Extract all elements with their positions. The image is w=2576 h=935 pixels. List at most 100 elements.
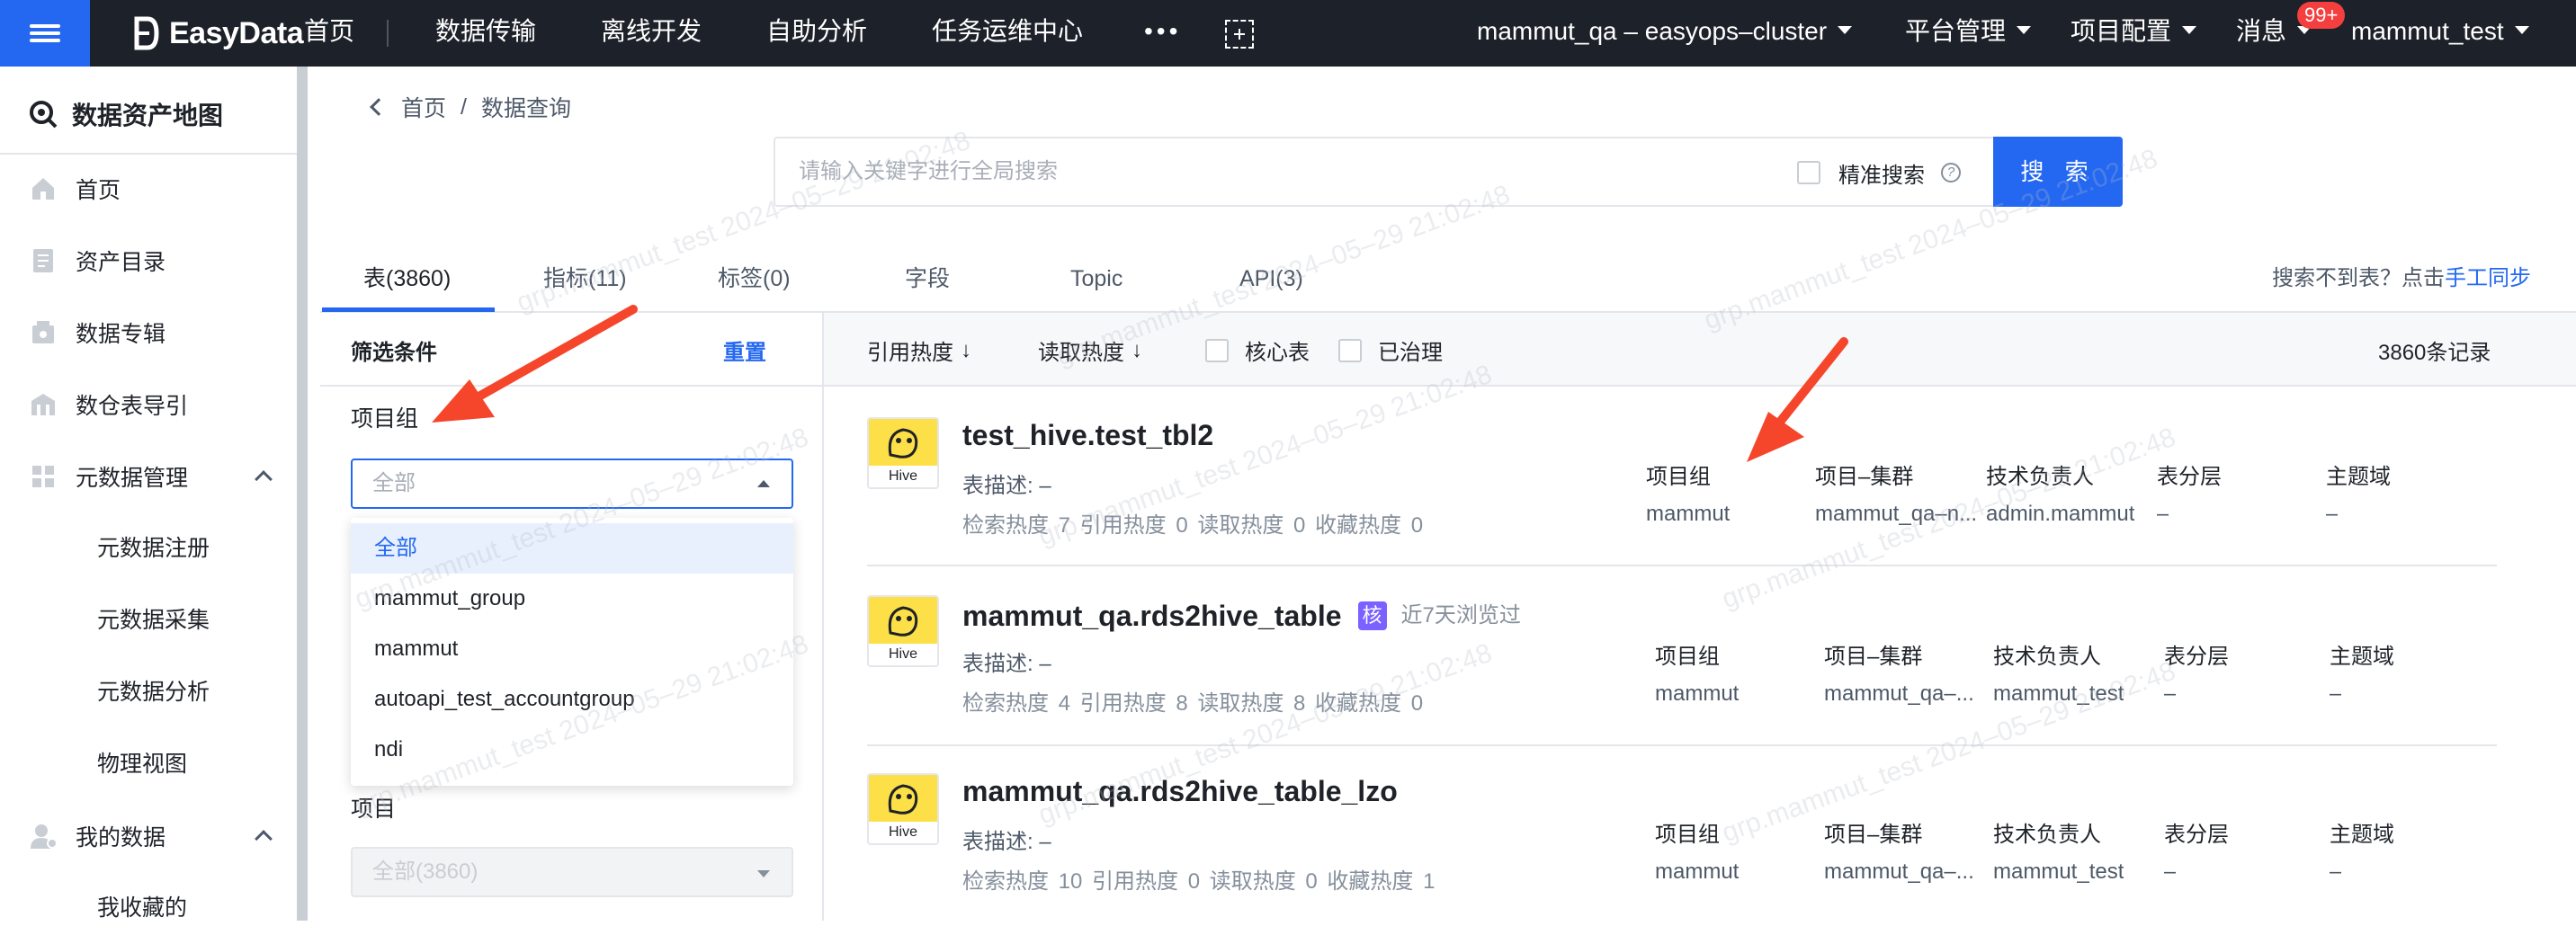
- nav-data-transfer[interactable]: 数据传输: [435, 0, 536, 67]
- meta-header-owner: 技术负责人: [1993, 645, 2101, 669]
- nav-self-analysis[interactable]: 自助分析: [766, 0, 867, 67]
- sidebar-subitem-physical-view[interactable]: 物理视图: [97, 737, 187, 791]
- back-chevron-icon[interactable]: [370, 98, 388, 116]
- meta-header-group: 项目组: [1655, 645, 1720, 669]
- meta-header-group: 项目组: [1646, 465, 1711, 489]
- platform-menu[interactable]: 平台管理: [1905, 0, 2032, 67]
- filter-title: 筛选条件: [351, 341, 437, 365]
- nav-task-ops[interactable]: 任务运维中心: [932, 0, 1083, 67]
- project-group-select[interactable]: 全部: [351, 459, 793, 509]
- manual-sync-text: 搜索不到表？点击: [2272, 266, 2445, 290]
- search-input[interactable]: [799, 138, 1788, 205]
- sidebar-item-catalog[interactable]: 资产目录: [0, 234, 297, 288]
- sort-by-ref-heat[interactable]: 引用热度 ↓: [867, 334, 971, 366]
- sidebar: 数据资产地图 首页 资产目录 数据专辑 数仓表导引 元数据管理 元数据注册 元数…: [0, 67, 308, 921]
- table-name[interactable]: mammut_qa.rds2hive_table: [962, 600, 1342, 632]
- core-table-filter[interactable]: 核心表: [1205, 334, 1310, 366]
- recently-viewed-tag: 近7天浏览过: [1400, 603, 1521, 628]
- table-name[interactable]: test_hive.test_tbl2: [962, 419, 1213, 452]
- top-navigation-bar: EasyData 首页 数据传输 离线开发 自助分析 任务运维中心 ••• ma…: [0, 0, 2576, 67]
- project-group-dropdown: 全部 mammut_group mammut autoapi_test_acco…: [351, 518, 793, 786]
- meta-value-layer: –: [2164, 859, 2177, 884]
- meta-header-layer: 表分层: [2157, 465, 2222, 489]
- tab-api[interactable]: API(3): [1239, 261, 1303, 297]
- governed-filter[interactable]: 已治理: [1338, 334, 1443, 366]
- project-select[interactable]: 全部(3860): [351, 847, 793, 897]
- table-name-row: mammut_qa.rds2hive_table 核近7天浏览过: [962, 597, 1521, 633]
- table-description: 表描述: –: [962, 652, 1051, 676]
- cluster-selector[interactable]: mammut_qa – easyops–cluster: [1477, 0, 1853, 67]
- sort-by-read-heat[interactable]: 读取热度 ↓: [1038, 334, 1142, 366]
- sidebar-subitem-analysis[interactable]: 元数据分析: [97, 665, 210, 719]
- sidebar-subitem-favorites[interactable]: 我收藏的: [97, 881, 187, 935]
- nav-offline-dev[interactable]: 离线开发: [601, 0, 702, 67]
- meta-header-group: 项目组: [1655, 823, 1720, 847]
- meta-value-domain: –: [2330, 681, 2342, 706]
- table-stats: 检索热度 10 引用热度 0 读取热度 0 收藏热度 1: [962, 869, 1436, 894]
- dropdown-option-ndi[interactable]: ndi: [351, 725, 793, 775]
- table-stats: 检索热度 4 引用热度 8 读取热度 8 收藏热度 0: [962, 691, 1424, 716]
- dropdown-option-all[interactable]: 全部: [351, 523, 793, 574]
- governed-checkbox[interactable]: [1338, 338, 1362, 362]
- sidebar-item-label: 元数据管理: [76, 466, 189, 491]
- breadcrumb-home[interactable]: 首页: [401, 91, 446, 123]
- reset-filter-button[interactable]: 重置: [723, 334, 766, 366]
- tab-fields[interactable]: 字段: [905, 261, 950, 297]
- tab-metrics[interactable]: 指标(11): [543, 261, 627, 297]
- search-button[interactable]: 搜 索: [1993, 137, 2123, 207]
- sidebar-title-text: 数据资产地图: [72, 102, 224, 129]
- table-description: 表描述: –: [962, 474, 1051, 498]
- active-tab-indicator: [322, 307, 495, 312]
- warehouse-icon: [31, 394, 55, 415]
- governed-label: 已治理: [1378, 341, 1443, 365]
- manual-sync-hint: 搜索不到表？点击手工同步: [2272, 261, 2531, 297]
- sidebar-item-label: 资产目录: [76, 250, 166, 275]
- nav-more-button[interactable]: •••: [1144, 0, 1181, 67]
- sidebar-divider: [0, 153, 297, 155]
- precise-search-toggle[interactable]: 精准搜索 ?: [1797, 156, 1961, 189]
- sidebar-item-warehouse[interactable]: 数仓表导引: [0, 378, 297, 432]
- core-table-checkbox[interactable]: [1205, 338, 1229, 362]
- user-menu[interactable]: mammut_test: [2351, 0, 2529, 67]
- table-result-item[interactable]: Hive test_hive.test_tbl2 表描述: – 检索热度 7 引…: [867, 388, 2497, 566]
- hive-icon: Hive: [867, 417, 939, 489]
- sidebar-subitem-collect[interactable]: 元数据采集: [97, 593, 210, 647]
- sidebar-item-home[interactable]: 首页: [0, 162, 297, 216]
- table-name[interactable]: mammut_qa.rds2hive_table_lzo: [962, 775, 1398, 808]
- sort-label: 引用热度: [867, 341, 953, 365]
- precise-search-checkbox[interactable]: [1797, 161, 1820, 184]
- table-result-item[interactable]: Hive mammut_qa.rds2hive_table_lzo 表描述: –…: [867, 746, 2497, 924]
- help-icon[interactable]: ?: [1941, 163, 1961, 183]
- table-result-item[interactable]: Hive mammut_qa.rds2hive_table 核近7天浏览过 表描述…: [867, 568, 2497, 746]
- app-logo[interactable]: EasyData: [133, 9, 304, 58]
- dropdown-option-mammut[interactable]: mammut: [351, 624, 793, 674]
- meta-value-domain: –: [2330, 859, 2342, 884]
- sidebar-item-metadata[interactable]: 元数据管理: [0, 450, 297, 503]
- project-config-menu[interactable]: 项目配置: [2071, 0, 2197, 67]
- global-search-box: 精准搜索 ?: [774, 137, 1997, 207]
- sidebar-item-my-data[interactable]: 我的数据: [0, 809, 297, 863]
- magnifier-icon: [30, 101, 58, 129]
- meta-header-layer: 表分层: [2164, 823, 2229, 847]
- dropdown-option-mammut-group[interactable]: mammut_group: [351, 574, 793, 624]
- dropdown-option-autoapi[interactable]: autoapi_test_accountgroup: [351, 674, 793, 725]
- tab-tables[interactable]: 表(3860): [363, 261, 451, 297]
- filter-panel-border: [822, 313, 824, 921]
- album-icon: [32, 321, 54, 343]
- nav-home[interactable]: 首页: [304, 0, 354, 67]
- fullscreen-icon[interactable]: [1225, 20, 1254, 49]
- tab-tags[interactable]: 标签(0): [718, 261, 791, 297]
- catalog-icon: [33, 249, 53, 272]
- sidebar-subitem-register[interactable]: 元数据注册: [97, 521, 210, 575]
- core-table-label: 核心表: [1245, 341, 1310, 365]
- tab-topic[interactable]: Topic: [1070, 261, 1123, 297]
- meta-value-cluster: mammut_qa–...: [1824, 681, 1974, 706]
- caret-down-icon: [757, 870, 770, 877]
- hive-label: Hive: [888, 468, 917, 484]
- menu-toggle-button[interactable]: [0, 0, 90, 67]
- table-stats: 检索热度 7 引用热度 0 读取热度 0 收藏热度 0: [962, 513, 1424, 538]
- caret-up-icon: [757, 480, 770, 487]
- manual-sync-link[interactable]: 手工同步: [2445, 266, 2531, 290]
- meta-value-layer: –: [2157, 502, 2169, 526]
- sidebar-item-album[interactable]: 数据专辑: [0, 306, 297, 360]
